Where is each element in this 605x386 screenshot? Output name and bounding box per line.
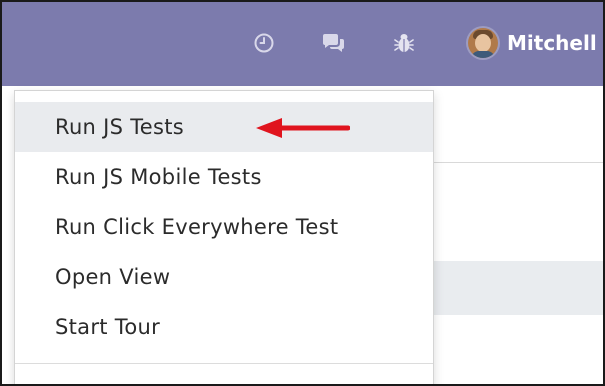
menu-item-label: Run JS Tests xyxy=(55,115,185,139)
menu-item-label: Run Click Everywhere Test xyxy=(55,215,339,239)
screenshot-frame: Mitchell Run JS Tests Run JS Mobile Test… xyxy=(0,0,605,386)
menu-item-run-js-tests[interactable]: Run JS Tests xyxy=(15,102,433,152)
menu-item-run-click-everywhere-test[interactable]: Run Click Everywhere Test xyxy=(15,202,433,252)
menu-item-label: Open View xyxy=(55,265,171,289)
red-arrow-annotation xyxy=(256,118,350,138)
clock-icon[interactable] xyxy=(251,30,277,56)
user-menu[interactable]: Mitchell xyxy=(468,26,597,60)
debug-dropdown-menu: Run JS Tests Run JS Mobile Tests Run Cli… xyxy=(14,90,434,384)
menu-item-open-view[interactable]: Open View xyxy=(15,252,433,302)
background-row xyxy=(432,261,603,315)
user-name: Mitchell xyxy=(507,31,597,55)
background-divider xyxy=(432,162,603,163)
menu-item-run-js-mobile-tests[interactable]: Run JS Mobile Tests xyxy=(15,152,433,202)
menu-item-label: Start Tour xyxy=(55,315,161,339)
menu-item-start-tour[interactable]: Start Tour xyxy=(15,302,433,352)
avatar xyxy=(468,28,498,58)
top-navbar: Mitchell xyxy=(2,2,603,86)
bug-icon[interactable] xyxy=(391,30,417,56)
menu-item-label: Run JS Mobile Tests xyxy=(55,165,262,189)
chat-icon[interactable] xyxy=(320,30,346,56)
menu-divider xyxy=(15,363,433,364)
